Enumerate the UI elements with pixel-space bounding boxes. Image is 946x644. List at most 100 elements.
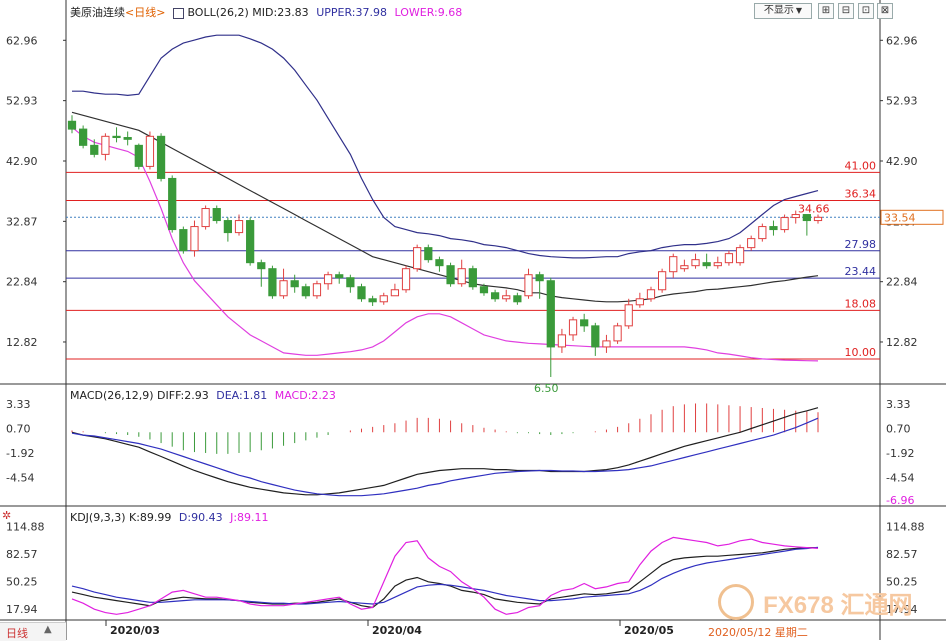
candle-body xyxy=(401,268,411,291)
candle-body xyxy=(201,208,210,228)
x-tick-label: 2020/04 xyxy=(372,624,422,637)
candle-body xyxy=(580,319,589,327)
candle-body xyxy=(168,177,177,231)
restore-button[interactable]: ⊡ xyxy=(858,3,874,19)
candle-body xyxy=(234,220,244,234)
candle-body xyxy=(591,325,600,348)
candle-body xyxy=(669,256,678,273)
hide-dropdown-label: 不显示 xyxy=(763,5,794,16)
level-line-label: 41.00 xyxy=(845,159,877,172)
candle-body xyxy=(769,226,778,231)
kdj-k-line xyxy=(71,546,818,609)
candle-body xyxy=(457,268,466,285)
level-line-label: 10.00 xyxy=(845,346,877,359)
kdj-k-value: K:89.99 xyxy=(129,511,172,524)
main-legend: 美原油连续<日线> BOLL(26,2) MID:23.83 UPPER:37.… xyxy=(70,4,462,20)
candle-body xyxy=(413,247,422,270)
macd-y-tick-right-label: -4.54 xyxy=(886,471,914,484)
candle-body xyxy=(112,135,121,139)
candle-body xyxy=(646,289,656,300)
candle-body xyxy=(557,334,567,348)
candle-body xyxy=(145,135,155,167)
candle-body xyxy=(758,226,767,240)
macd-legend: MACD(26,12,9) DIFF:2.93 DEA:1.81 MACD:2.… xyxy=(70,389,336,402)
boll-indicator-label xyxy=(172,7,184,19)
y-tick-left-label: 32.87 xyxy=(6,215,38,228)
candle-body xyxy=(724,253,734,264)
macd-y-tick-right-label: -6.96 xyxy=(886,494,914,507)
price-annotation: 34.66 xyxy=(798,203,830,216)
macd-y-tick-left-label: -1.92 xyxy=(6,447,34,460)
chart-window: 62.9662.9652.9352.9342.9042.9032.8732.87… xyxy=(0,0,946,641)
candle-body xyxy=(212,208,221,222)
chevron-down-icon: ▼ xyxy=(795,6,803,15)
macd-diff-value: DIFF:2.93 xyxy=(157,389,209,402)
candle-body xyxy=(156,135,166,179)
macd-y-tick-left-label: 0.70 xyxy=(6,423,31,436)
y-tick-left-label: 12.82 xyxy=(6,336,38,349)
candle-body xyxy=(568,319,578,336)
candle-body xyxy=(479,286,489,294)
candle-body xyxy=(747,238,756,249)
hide-dropdown[interactable]: 不显示 ▼ xyxy=(754,3,812,19)
zoom-out-button[interactable]: ⊟ xyxy=(838,3,854,19)
level-line-label: 23.44 xyxy=(845,265,877,278)
macd-y-tick-left-label: 3.33 xyxy=(6,398,31,411)
kdj-y-tick-left-label: 114.88 xyxy=(6,520,45,533)
candle-body xyxy=(357,286,366,300)
candle-body xyxy=(190,226,199,252)
y-tick-right-label: 12.82 xyxy=(886,336,918,349)
candle-body xyxy=(624,304,633,327)
macd-y-tick-right-label: 0.70 xyxy=(886,423,911,436)
period-tab[interactable]: 日线 ▲ xyxy=(0,622,66,641)
y-tick-right-label: 22.84 xyxy=(886,276,918,289)
macd-y-tick-right-label: 3.33 xyxy=(886,398,911,411)
candle-body xyxy=(79,128,88,146)
close-icon: ⊠ xyxy=(880,5,890,16)
level-line-label: 18.08 xyxy=(845,297,877,310)
watermark-text: FX678 汇通网 xyxy=(763,591,913,619)
boll-title: BOLL(26,2) xyxy=(187,6,249,19)
candle-body xyxy=(123,137,132,140)
candle-body xyxy=(390,289,400,297)
macd-y-tick-left-label: -4.54 xyxy=(6,471,34,484)
boll-upper-value: UPPER:37.98 xyxy=(316,6,387,19)
macd-macd-value: MACD:2.23 xyxy=(274,389,336,402)
candle-body xyxy=(101,135,110,155)
candle-body xyxy=(179,229,188,252)
candle-body xyxy=(268,268,277,297)
candle-body xyxy=(524,274,533,297)
candle-body xyxy=(780,217,789,231)
macd-y-tick-right-label: -1.92 xyxy=(886,447,914,460)
macd-title: MACD(26,12,9) xyxy=(70,389,154,402)
level-line-label: 27.98 xyxy=(845,238,877,251)
date-tag: 2020/05/12 星期二 xyxy=(706,624,810,640)
zoom-in-button[interactable]: ⊞ xyxy=(818,3,834,19)
kdj-j-line xyxy=(71,536,819,615)
chart-canvas: 62.9662.9652.9352.9342.9042.9032.8732.87… xyxy=(0,0,946,640)
candle-body xyxy=(90,144,99,155)
x-tick-label: 2020/05 xyxy=(624,624,674,637)
boll-upper-line xyxy=(72,34,819,259)
candle-body xyxy=(257,262,266,270)
period-label: <日线> xyxy=(125,6,166,19)
candle-body xyxy=(513,295,522,303)
candle-body xyxy=(613,325,622,342)
price-annotation: 6.50 xyxy=(534,382,559,395)
candle-body xyxy=(702,262,711,267)
candle-body xyxy=(658,271,667,291)
close-button[interactable]: ⊠ xyxy=(877,3,893,19)
kdj-title: KDJ(9,3,3) xyxy=(70,511,126,524)
candle-body xyxy=(502,295,511,300)
candle-body xyxy=(813,216,823,222)
candle-body xyxy=(468,268,477,288)
kdj-d-value: D:90.43 xyxy=(178,511,223,524)
zoom-in-icon: ⊞ xyxy=(821,5,831,16)
candle-body xyxy=(335,274,344,279)
candle-body xyxy=(379,295,388,303)
settings-icon[interactable]: ✲ xyxy=(2,509,11,522)
candle-body xyxy=(312,283,322,297)
candle-body xyxy=(691,259,700,267)
y-tick-left-label: 22.84 xyxy=(6,276,38,289)
candle-body xyxy=(301,286,310,297)
